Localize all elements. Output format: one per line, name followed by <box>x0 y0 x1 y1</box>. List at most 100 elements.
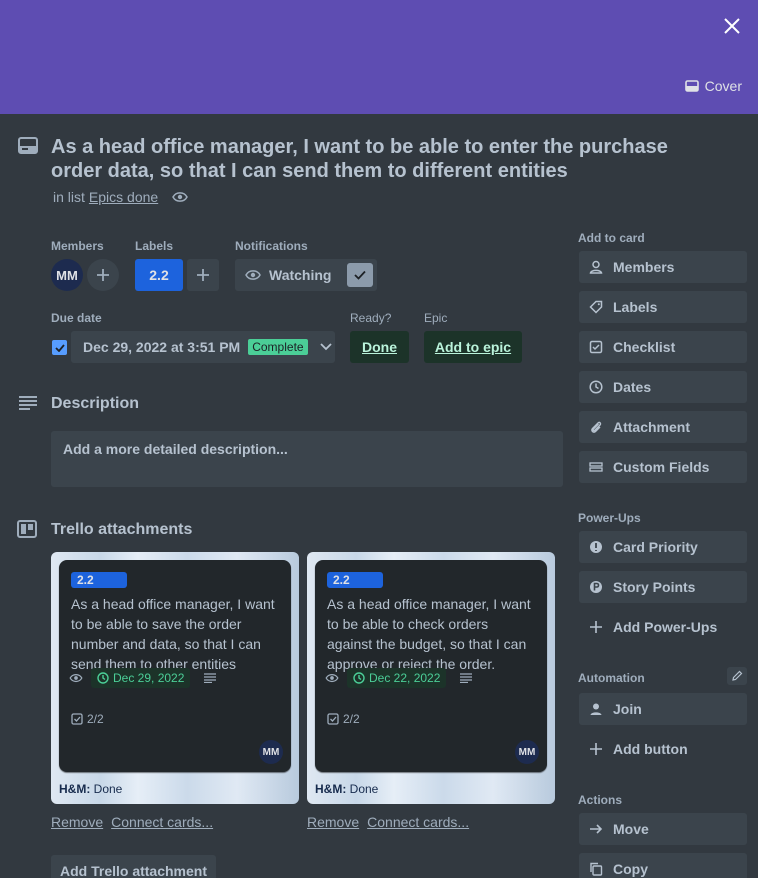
attachments-title: Trello attachments <box>51 521 193 538</box>
chevron-down-icon <box>319 343 332 351</box>
remove-link[interactable]: Remove <box>51 814 103 830</box>
members-button[interactable]: Members <box>579 251 747 283</box>
add-trello-attachment-button[interactable]: Add Trello attachment <box>51 855 216 878</box>
add-button-button[interactable]: Add button <box>579 733 747 765</box>
attachment-button[interactable]: Attachment <box>579 411 747 443</box>
members-button-label: Members <box>613 259 675 275</box>
ready-label: Ready? <box>350 311 392 325</box>
mini-card[interactable]: 2.2 As a head office manager, I want to … <box>315 560 547 772</box>
edit-automation-button[interactable] <box>727 667 747 685</box>
check-icon <box>54 343 65 352</box>
close-icon <box>724 18 740 34</box>
copy-button[interactable]: Copy <box>579 853 747 878</box>
connect-cards-link[interactable]: Connect cards... <box>367 814 469 830</box>
eye-icon <box>245 270 261 280</box>
checklist-count: 2/2 <box>87 712 104 726</box>
connect-cards-link[interactable]: Connect cards... <box>111 814 213 830</box>
mini-card-text: As a head office manager, I want to be a… <box>71 596 275 672</box>
card-cover <box>0 0 758 114</box>
description-icon <box>460 673 473 683</box>
description-title: Description <box>51 395 140 412</box>
card-priority-button-label: Card Priority <box>613 539 698 555</box>
attachment-card[interactable]: 2.2 As a head office manager, I want to … <box>51 552 299 804</box>
trello-icon <box>17 520 37 543</box>
checklist-icon <box>327 713 339 725</box>
board-name: H&M: <box>59 782 91 796</box>
avatar: MM <box>259 740 283 764</box>
dates-button[interactable]: Dates <box>579 371 747 403</box>
ready-field-button[interactable]: Done <box>350 331 409 363</box>
custom-fields-icon <box>589 462 603 472</box>
mini-card-badges: Dec 22, 2022 <box>325 668 473 688</box>
checklist-icon <box>71 713 83 725</box>
in-list-prefix: in list <box>53 189 85 205</box>
card-title[interactable]: As a head office manager, I want to be a… <box>51 135 671 183</box>
watching-label: Watching <box>269 267 332 283</box>
cover-icon <box>684 80 699 92</box>
close-button[interactable] <box>718 12 746 40</box>
plus-icon <box>590 621 602 633</box>
cover-button[interactable]: Cover <box>684 74 742 98</box>
date-badge-text: Dec 29, 2022 <box>113 671 185 685</box>
remove-link[interactable]: Remove <box>307 814 359 830</box>
cover-button-label: Cover <box>704 78 742 94</box>
person-icon <box>589 260 603 274</box>
label-chip[interactable]: 2.2 <box>135 259 183 291</box>
add-label-button[interactable] <box>187 259 219 291</box>
list-breadcrumb: in list Epics done <box>53 189 189 205</box>
checklist-button-label: Checklist <box>613 339 676 355</box>
paperclip-icon <box>591 421 602 433</box>
plus-icon <box>197 269 209 281</box>
watch-button[interactable]: Watching <box>235 259 378 291</box>
due-date-checkbox[interactable] <box>52 340 67 355</box>
description-input[interactable]: Add a more detailed description... <box>51 431 563 487</box>
move-button[interactable]: Move <box>579 813 747 845</box>
join-button[interactable]: Join <box>579 693 747 725</box>
add-to-card-heading: Add to card <box>578 231 645 245</box>
copy-button-label: Copy <box>613 861 648 877</box>
attachment-footer: H&M: Done <box>59 782 122 796</box>
check-icon <box>354 270 367 280</box>
notifications-label: Notifications <box>235 239 308 253</box>
board-name: H&M: <box>315 782 347 796</box>
story-points-button[interactable]: Story Points <box>579 571 747 603</box>
list-link[interactable]: Epics done <box>89 189 158 205</box>
pencil-icon <box>732 670 743 681</box>
add-powerups-button[interactable]: Add Power-Ups <box>579 611 747 643</box>
avatar: MM <box>515 740 539 764</box>
complete-badge: Complete <box>248 339 308 355</box>
clock-icon <box>97 672 109 684</box>
custom-fields-button-label: Custom Fields <box>613 459 710 475</box>
priority-icon <box>590 541 602 553</box>
card-priority-button[interactable]: Card Priority <box>579 531 747 563</box>
story-points-icon <box>590 581 602 593</box>
due-date-button[interactable]: Dec 29, 2022 at 3:51 PM Complete <box>71 331 335 363</box>
join-button-label: Join <box>613 701 642 717</box>
custom-fields-button[interactable]: Custom Fields <box>579 451 747 483</box>
labels-button-label: Labels <box>613 299 658 315</box>
labels-label: Labels <box>135 239 174 253</box>
date-badge: Dec 22, 2022 <box>347 668 447 688</box>
copy-icon <box>590 862 603 876</box>
powerups-heading: Power-Ups <box>578 511 641 525</box>
checklist-badge: 2/2 <box>327 712 360 726</box>
eye-icon <box>172 192 189 202</box>
mini-card-badges: Dec 29, 2022 <box>69 668 217 688</box>
avatar[interactable]: MM <box>51 259 83 291</box>
card-icon <box>18 137 38 160</box>
date-badge: Dec 29, 2022 <box>91 668 191 688</box>
labels-button[interactable]: Labels <box>579 291 747 323</box>
add-to-epic-button[interactable]: Add to epic <box>424 331 522 363</box>
checklist-button[interactable]: Checklist <box>579 331 747 363</box>
members-label: Members <box>51 239 104 253</box>
clock-icon <box>353 672 365 684</box>
add-member-button[interactable] <box>87 259 119 291</box>
description-icon <box>204 673 217 683</box>
eye-icon <box>69 673 83 683</box>
mini-card[interactable]: 2.2 As a head office manager, I want to … <box>59 560 291 772</box>
due-date-label: Due date <box>51 311 102 325</box>
list-name: Done <box>93 782 123 796</box>
add-powerups-button-label: Add Power-Ups <box>613 619 718 635</box>
attachment-card[interactable]: 2.2 As a head office manager, I want to … <box>307 552 555 804</box>
attachment-button-label: Attachment <box>613 419 691 435</box>
